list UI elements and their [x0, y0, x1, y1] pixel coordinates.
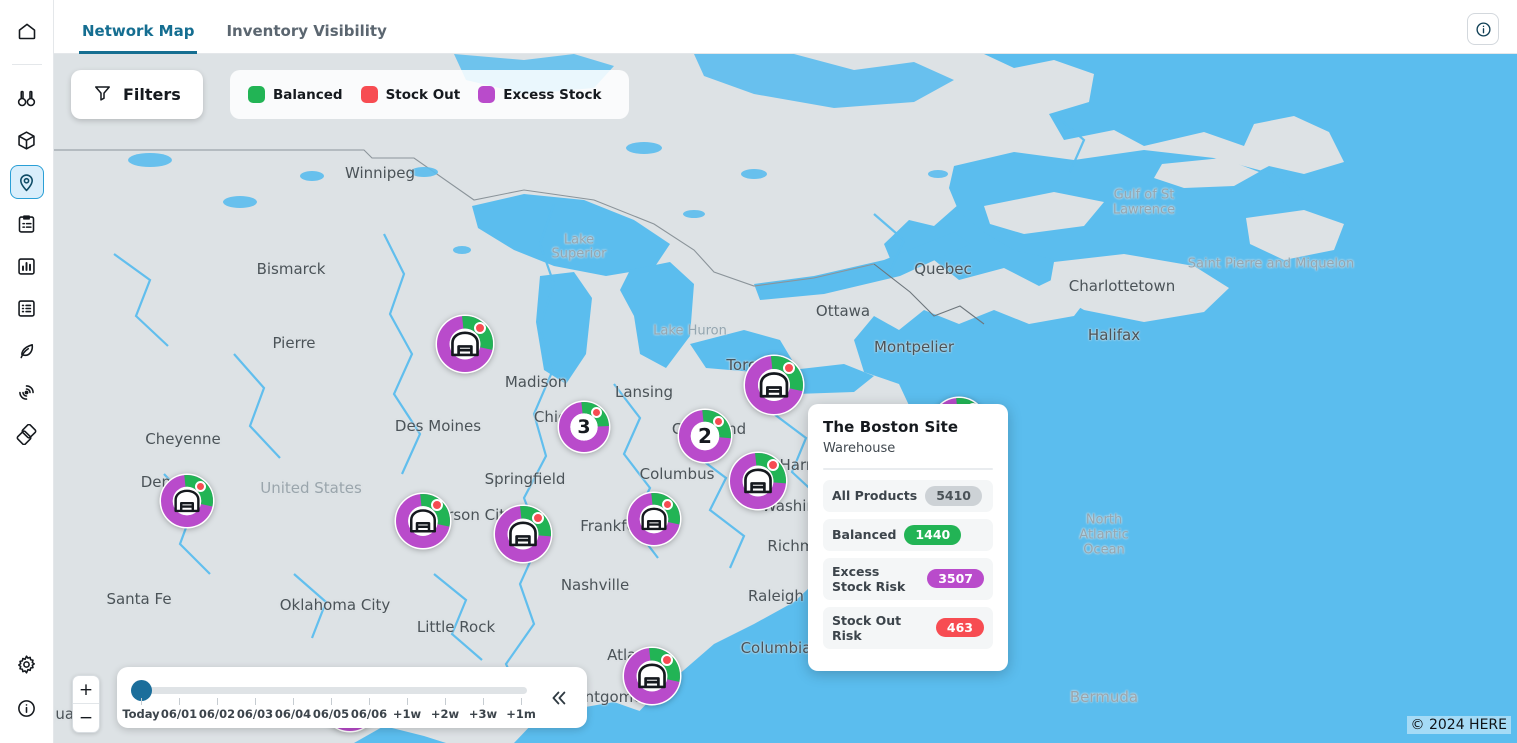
timeline-track-wrap: Today06/0106/0206/0306/0406/0506/06+1w+2…	[131, 676, 537, 720]
map-zoom-controls: + −	[72, 675, 100, 733]
stat-row-excess-stock-risk[interactable]: Excess Stock Risk 3507	[823, 558, 993, 600]
legend-label-stock-out: Stock Out	[386, 87, 461, 103]
legend-label-excess-stock: Excess Stock	[503, 87, 601, 103]
tab-bar: Network Map Inventory Visibility	[54, 0, 390, 53]
network-map-canvas[interactable]: WinnipegBismarckLakeSuperiorLake HuronQu…	[54, 54, 1517, 743]
funnel-icon	[93, 83, 112, 106]
filters-button[interactable]: Filters	[71, 70, 203, 119]
info-circle-icon[interactable]	[1467, 13, 1499, 45]
sidebar-item-home[interactable]	[10, 14, 44, 48]
popup-subtitle: Warehouse	[823, 441, 993, 456]
stat-row-all-products[interactable]: All Products 5410	[823, 480, 993, 512]
site-cincinnati[interactable]	[626, 491, 682, 547]
rail-bottom-group	[10, 647, 44, 743]
timeline-tick	[521, 698, 522, 705]
site-minneapolis[interactable]	[435, 314, 495, 374]
popup-title: The Boston Site	[823, 418, 993, 436]
timeline-label[interactable]: +2w	[431, 707, 459, 721]
timeline-tick	[445, 698, 446, 705]
sidebar-item-network-map[interactable]	[10, 165, 44, 199]
legend-item-balanced[interactable]: Balanced	[248, 86, 352, 103]
site-atlanta[interactable]	[622, 646, 682, 706]
site-detail-popup[interactable]: The Boston Site Warehouse All Products 5…	[808, 404, 1008, 671]
filters-label: Filters	[123, 85, 181, 104]
timeline-label[interactable]: +3w	[469, 707, 497, 721]
legend-swatch-excess-stock	[478, 86, 495, 103]
timeline-tick	[369, 698, 370, 705]
timeline-label[interactable]: 06/06	[351, 707, 387, 721]
popup-divider	[823, 468, 993, 470]
legend-label-balanced: Balanced	[273, 87, 343, 103]
timeline-tick	[407, 698, 408, 705]
timeline-tick	[255, 698, 256, 705]
stat-value-excess-stock-risk: 3507	[927, 569, 984, 589]
zoom-in-button[interactable]: +	[73, 676, 99, 704]
tab-network-map[interactable]: Network Map	[79, 24, 197, 54]
sidebar-item-integrations[interactable]	[10, 417, 44, 451]
timeline-tick	[141, 698, 142, 705]
timeline-tick	[293, 698, 294, 705]
stat-value-balanced: 1440	[904, 525, 961, 545]
map-attribution: © 2024 HERE	[1407, 716, 1511, 734]
stat-label-stock-out-risk: Stock Out Risk	[832, 613, 928, 643]
legend-item-excess-stock[interactable]: Excess Stock	[478, 86, 610, 103]
timeline-tick	[217, 698, 218, 705]
cluster-chicago[interactable]: 3	[557, 400, 611, 454]
timeline-slider-panel: Today06/0106/0206/0306/0406/0506/06 +1w +2…	[117, 667, 587, 728]
timeline-tick	[331, 698, 332, 705]
chevron-double-left-icon[interactable]	[537, 677, 579, 719]
timeline-label[interactable]: 06/03	[237, 707, 273, 721]
timeline-labels: Today06/0106/0206/0306/0406/0506/06+1w+2…	[131, 707, 537, 721]
site-louisville[interactable]	[493, 504, 553, 564]
site-toronto[interactable]	[743, 354, 805, 416]
legend-swatch-balanced	[248, 86, 265, 103]
sidebar-item-products[interactable]	[10, 123, 44, 157]
timeline-track[interactable]	[131, 687, 527, 694]
site-denver[interactable]	[159, 473, 215, 529]
zoom-out-button[interactable]: −	[73, 704, 99, 732]
sidebar-item-inventory-list[interactable]	[10, 291, 44, 325]
legend-item-stock-out[interactable]: Stock Out	[361, 86, 470, 103]
top-bar-right	[1467, 13, 1517, 53]
tab-inventory-visibility[interactable]: Inventory Visibility	[223, 24, 389, 54]
timeline-tick	[179, 698, 180, 705]
status-legend: Balanced Stock Out Excess Stock	[230, 70, 629, 119]
timeline-label[interactable]: +1m	[506, 707, 536, 721]
stat-value-all-products: 5410	[925, 486, 982, 506]
stat-label-balanced: Balanced	[832, 527, 896, 542]
sidebar-item-sustainability[interactable]	[10, 333, 44, 367]
timeline-label[interactable]: 06/04	[275, 707, 311, 721]
timeline-label[interactable]: 06/01	[161, 707, 197, 721]
stat-label-all-products: All Products	[832, 488, 917, 503]
timeline-label[interactable]: Today	[122, 707, 159, 721]
timeline-label[interactable]: 06/02	[199, 707, 235, 721]
timeline-label[interactable]: 06/05	[313, 707, 349, 721]
site-kansas-city[interactable]	[394, 492, 452, 550]
rail-divider	[12, 64, 42, 65]
timeline-tick	[483, 698, 484, 705]
stat-row-balanced[interactable]: Balanced 1440	[823, 519, 993, 551]
rail-top-group	[10, 0, 44, 451]
sidebar-item-explore[interactable]	[10, 81, 44, 115]
sidebar-item-settings[interactable]	[10, 647, 44, 681]
sidebar-item-analytics[interactable]	[10, 249, 44, 283]
stat-row-stock-out-risk[interactable]: Stock Out Risk 463	[823, 607, 993, 649]
site-pittsburgh[interactable]	[728, 451, 788, 511]
cluster-cleveland[interactable]: 2	[677, 408, 733, 464]
stat-label-excess-stock-risk: Excess Stock Risk	[832, 564, 919, 594]
left-nav-rail	[0, 0, 54, 743]
sidebar-item-tracking[interactable]	[10, 375, 44, 409]
stat-value-stock-out-risk: 463	[936, 618, 984, 638]
sidebar-item-orders[interactable]	[10, 207, 44, 241]
legend-swatch-stock-out	[361, 86, 378, 103]
timeline-label[interactable]: +1w	[393, 707, 421, 721]
sidebar-item-help[interactable]	[10, 691, 44, 725]
timeline-ticks	[131, 698, 527, 706]
top-bar: Network Map Inventory Visibility	[54, 0, 1517, 54]
